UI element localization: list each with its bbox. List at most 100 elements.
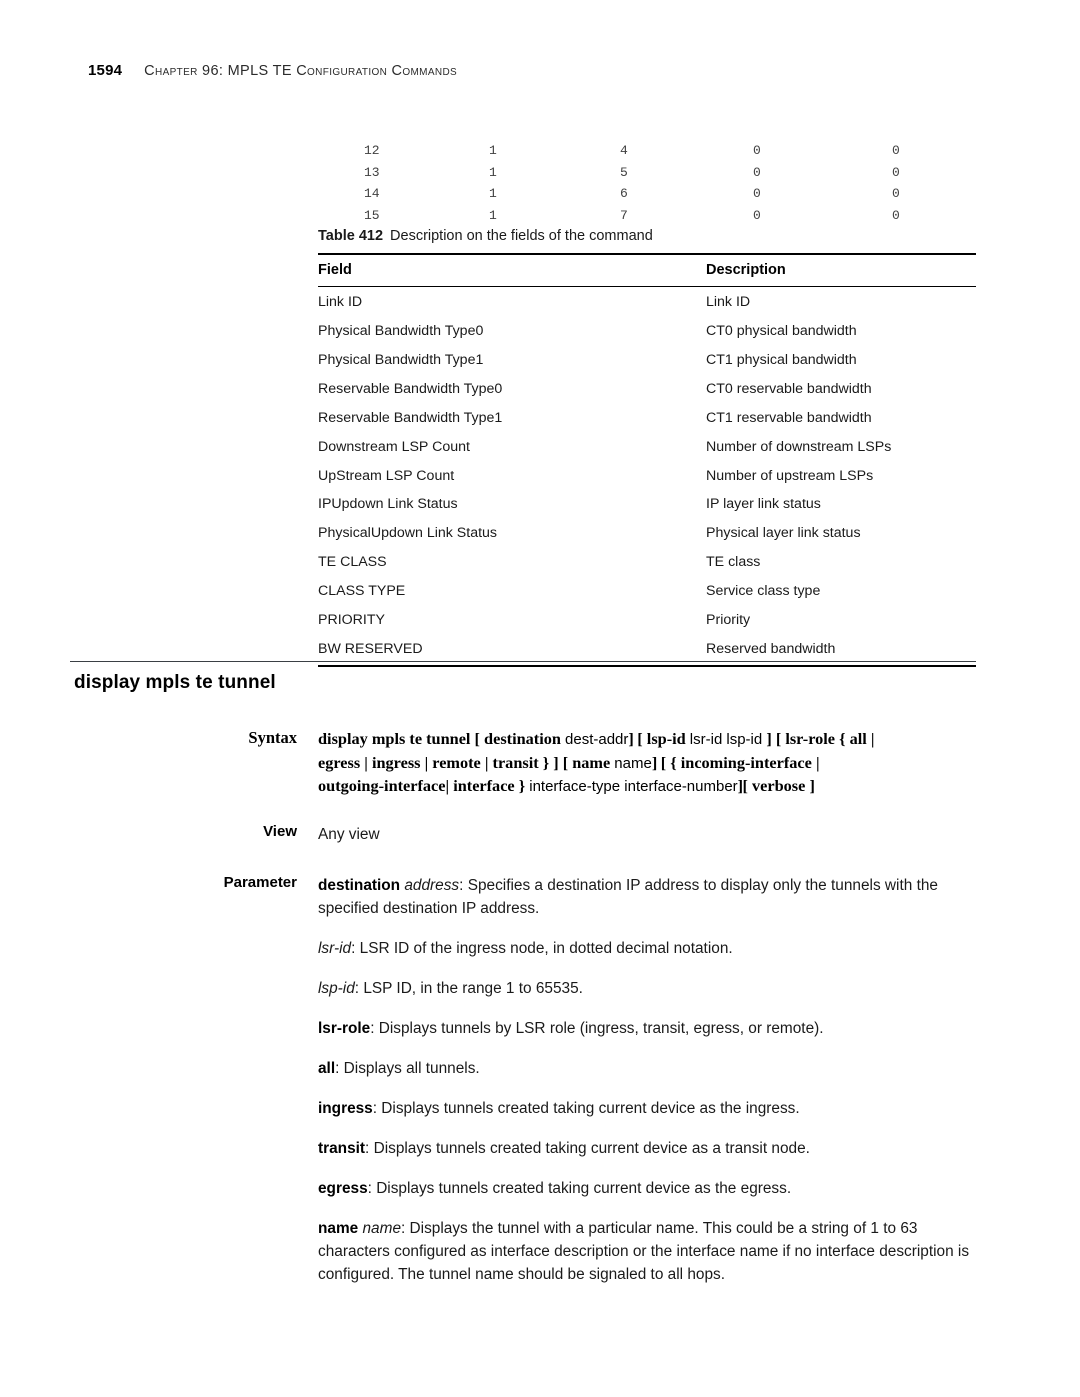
syntax-bracket: ] [651, 752, 657, 772]
syntax-brace: { [839, 729, 846, 748]
table-cell-field: PRIORITY [318, 612, 386, 629]
table-cell-description: CT0 reservable bandwidth [706, 380, 872, 397]
syntax-var-interface: interface-type interface-number [529, 778, 738, 795]
fields-table: Field Description Link ID Link ID Physical… [318, 253, 976, 668]
syntax-bracket: ] [553, 752, 559, 772]
parameter-entry: destination address: Specifies a destina… [318, 874, 978, 920]
command-output-cell: 5 [620, 164, 628, 180]
parameter-description: : Displays tunnels created taking curren… [367, 1180, 792, 1197]
table-cell-field: PhysicalUpdown Link Status [318, 525, 498, 542]
syntax-keyword-ingress: ingress [371, 752, 421, 772]
syntax-var-lsr-id: lsr-id [689, 731, 723, 748]
parameter-entry: lsr-id: LSR ID of the ingress node, in d… [318, 937, 978, 960]
table-row: Downstream LSP Count Number of downstream… [318, 432, 976, 461]
table-cell-description: CT1 physical bandwidth [706, 351, 857, 368]
parameter-argument: name [362, 1220, 402, 1237]
command-output-cell: 15 [364, 207, 380, 223]
parameter-entry: name name: Displays the tunnel with a pa… [318, 1217, 978, 1286]
command-output-cell: 1 [489, 164, 497, 180]
table-cell-field: Link ID [318, 293, 363, 310]
syntax-command: display mpls te tunnel [318, 729, 471, 748]
table-cell-field: Reservable Bandwidth Type1 [318, 409, 503, 426]
syntax-pipe: | [870, 729, 875, 748]
view-value: Any view [318, 826, 380, 843]
command-output-cell: 6 [620, 186, 628, 201]
parameter-term: transit [318, 1140, 366, 1157]
parameter-term: lsp-id [318, 980, 355, 997]
parameter-description: : Displays all tunnels. [335, 1060, 480, 1077]
command-output-cell: 1 [489, 143, 497, 158]
table-cell-field: Downstream LSP Count [318, 438, 470, 455]
table-cell-description: Priority [706, 612, 751, 629]
syntax-keyword-interface: interface [453, 776, 515, 795]
command-output-cell: 1 [489, 186, 497, 201]
syntax-keyword-outgoing-interface: outgoing-interface [318, 776, 446, 795]
command-output-cell: 1 [489, 207, 497, 223]
table-cell-field: CLASS TYPE [318, 583, 406, 600]
parameter-argument: address [404, 877, 460, 894]
command-output-row: 12 1 4 0 0 [364, 140, 932, 162]
syntax-keyword-destination: destination [484, 729, 561, 748]
table-caption: Table 412 Description on the fields of th… [318, 228, 976, 244]
table-caption-label: Table 412 [318, 228, 384, 244]
syntax-bracket: ] [628, 729, 634, 748]
table-cell-description: Number of downstream LSPs [706, 438, 892, 455]
syntax-bracket: [ [775, 729, 782, 748]
syntax-bracket: [ [562, 752, 569, 772]
table-cell-field: Physical Bandwidth Type1 [318, 351, 484, 368]
syntax-bracket: ] [766, 729, 772, 748]
command-output-cell: 14 [364, 186, 380, 201]
parameter-description: : LSP ID, in the range 1 to 65535. [354, 980, 583, 997]
parameter-term: lsr-role [318, 1020, 371, 1037]
table-row: TE CLASS TE class [318, 548, 976, 577]
command-output-cell: 0 [892, 207, 900, 223]
table-cell-description: IP layer link status [706, 496, 821, 513]
table-cell-description: Number of upstream LSPs [706, 467, 874, 484]
syntax-pipe: | [364, 752, 368, 772]
parameter-entries: destination address: Specifies a destina… [318, 874, 978, 1286]
parameter-term: name [318, 1220, 359, 1237]
syntax-bracket: [ [637, 729, 643, 748]
parameter-entry: transit: Displays tunnels created taking… [318, 1137, 978, 1160]
syntax-var-dest-addr: dest-addr [565, 731, 629, 748]
parameter-description: : LSR ID of the ingress node, in dotted … [351, 940, 733, 957]
chapter-title: Chapter 96: MPLS TE Configuration Comman… [144, 63, 458, 79]
command-output-cell: 7 [620, 207, 628, 223]
command-output-cell: 0 [892, 164, 900, 180]
command-output-cell: 12 [364, 143, 380, 158]
syntax-var-name: name [614, 754, 652, 772]
syntax-bracket: [ [660, 752, 667, 772]
page-number: 1594 [88, 62, 123, 79]
syntax-keyword-all: all [849, 729, 867, 748]
column-header-description: Description [706, 253, 976, 287]
syntax-pipe: | [424, 752, 429, 772]
section-heading: display mpls te tunnel [74, 672, 276, 693]
table-row: PhysicalUpdown Link Status Physical layer… [318, 519, 976, 548]
table-cell-description: Physical layer link status [706, 525, 861, 542]
command-output-row: 15 1 7 0 0 [364, 205, 932, 227]
syntax-keyword-name: name [572, 752, 611, 772]
table-cell-field: IPUpdown Link Status [318, 496, 458, 513]
table-row: Link ID Link ID [318, 287, 976, 316]
table-row: Reservable Bandwidth Type1 CT1 reservable… [318, 403, 976, 432]
table-cell-field: TE CLASS [318, 554, 387, 571]
parameter-description: : Displays tunnels created taking curren… [365, 1140, 810, 1157]
table-row: IPUpdown Link Status IP layer link status [318, 490, 976, 519]
syntax-keyword-lsp-id: lsp-id [646, 729, 686, 748]
parameter-term: egress [318, 1180, 368, 1197]
table-cell-field: Reservable Bandwidth Type0 [318, 380, 503, 397]
section-divider [70, 661, 976, 663]
syntax-brace: } [518, 776, 526, 795]
table-row: Physical Bandwidth Type0 CT0 physical ban… [318, 316, 976, 345]
command-output-cell: 0 [753, 143, 761, 158]
command-output-cell: 0 [753, 207, 761, 223]
syntax-label: Syntax [248, 728, 297, 747]
table-cell-field: UpStream LSP Count [318, 467, 455, 484]
parameter-entry: all: Displays all tunnels. [318, 1057, 978, 1080]
view-label: View [263, 823, 297, 840]
table-row: Physical Bandwidth Type1 CT1 physical ban… [318, 345, 976, 374]
syntax-pipe: | [815, 752, 820, 772]
parameter-entry: lsr-role: Displays tunnels by LSR role (… [318, 1017, 978, 1040]
parameter-description: : Displays tunnels created taking curren… [372, 1100, 800, 1117]
syntax-var-lsp-id: lsp-id [726, 731, 763, 748]
